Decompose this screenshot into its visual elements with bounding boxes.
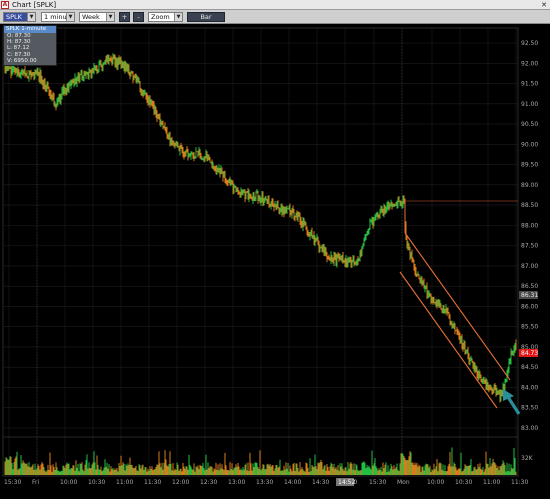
time-axis-label: 11:00 bbox=[483, 479, 500, 486]
time-axis-label: Mon bbox=[397, 479, 410, 486]
price-axis-label: 86.00 bbox=[521, 303, 538, 310]
price-axis-label: 88.50 bbox=[521, 202, 538, 209]
time-axis-label: 13:00 bbox=[228, 479, 245, 486]
time-axis-label: 14:30 bbox=[312, 479, 329, 486]
time-axis-label: 15:30 bbox=[4, 479, 21, 486]
price-axis-label: 85.50 bbox=[521, 324, 538, 331]
price-axis-label: 84.00 bbox=[521, 384, 538, 391]
last-price-tag-text: 84.73 bbox=[521, 350, 538, 357]
price-axis-label: 92.00 bbox=[521, 60, 538, 67]
teal-arrow-icon bbox=[503, 389, 521, 415]
price-bars bbox=[4, 53, 517, 403]
time-axis-label: 10:00 bbox=[427, 479, 444, 486]
trend-channel bbox=[399, 200, 521, 415]
time-axis-label: 11:30 bbox=[511, 479, 528, 486]
price-axis-label: 83.50 bbox=[521, 405, 538, 412]
price-axis-label: 91.50 bbox=[521, 81, 538, 88]
ohlc-header: SPLK 1-minute bbox=[4, 26, 56, 33]
time-axis-label: 10:30 bbox=[88, 479, 105, 486]
chart-grid bbox=[2, 27, 519, 477]
time-axis-label: 14:00 bbox=[284, 479, 301, 486]
time-axis-label: 13:30 bbox=[256, 479, 273, 486]
current-price-tag-text: 86.31 bbox=[521, 292, 538, 299]
price-axis-label: 86.50 bbox=[521, 283, 538, 290]
time-axis-label: 11:00 bbox=[116, 479, 133, 486]
cursor-time-tag-text: 14:52 bbox=[338, 479, 355, 486]
time-axis-label: 15:30 bbox=[369, 479, 386, 486]
time-axis-label: 11:30 bbox=[144, 479, 161, 486]
price-axis-label: 92.50 bbox=[521, 40, 538, 47]
price-axis-label: 90.50 bbox=[521, 121, 538, 128]
price-axis-label: 84.50 bbox=[521, 364, 538, 371]
price-axis-label: 87.50 bbox=[521, 243, 538, 250]
time-axis-label: Fri bbox=[32, 479, 39, 486]
price-axis-label: 91.00 bbox=[521, 101, 538, 108]
time-axis-label: 12:00 bbox=[172, 479, 189, 486]
price-axis-label: 88.00 bbox=[521, 222, 538, 229]
time-axis-label: 10:30 bbox=[455, 479, 472, 486]
price-chart[interactable]: 92.50 92.00 91.50 91.00 90.50 90.00 89.50 89.00… bbox=[0, 0, 550, 499]
ohlc-volume: V: 6950.00 bbox=[7, 57, 37, 64]
time-axis-label: 10:00 bbox=[60, 479, 77, 486]
chart-frame bbox=[2, 27, 519, 477]
time-axis-label: 12:30 bbox=[200, 479, 217, 486]
price-axis-label: 83.00 bbox=[521, 425, 538, 432]
chart-axes: 92.50 92.00 91.50 91.00 90.50 90.00 89.50 89.00… bbox=[4, 40, 538, 486]
price-axis-label: 87.00 bbox=[521, 263, 538, 270]
volume-axis-label: 32K bbox=[521, 455, 534, 462]
volume-bars bbox=[4, 447, 517, 475]
arrow-shaft bbox=[506, 396, 521, 415]
price-axis-label: 89.50 bbox=[521, 162, 538, 169]
price-axis-label: 89.00 bbox=[521, 182, 538, 189]
ohlc-tooltip: SPLK 1-minute O: 87.30 H: 87.30 L: 87.12… bbox=[3, 25, 57, 66]
price-axis-label: 90.00 bbox=[521, 141, 538, 148]
